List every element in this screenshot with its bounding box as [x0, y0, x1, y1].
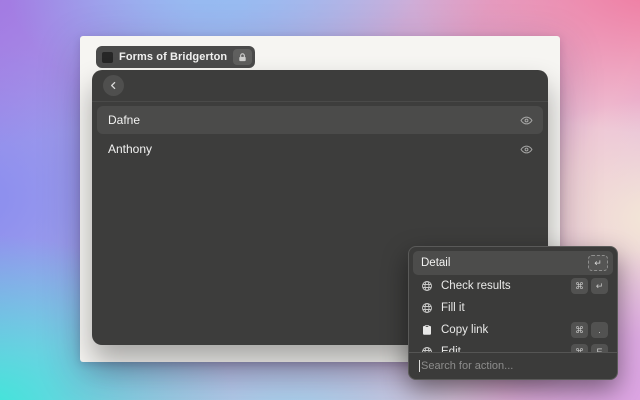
action-label: Check results	[441, 280, 563, 292]
eye-icon[interactable]	[520, 143, 533, 156]
list-item-label: Dafne	[108, 113, 140, 127]
clipboard-icon	[421, 324, 433, 336]
action-label: Copy link	[441, 324, 563, 336]
globe-icon	[421, 280, 433, 292]
form-tab[interactable]: Forms of Bridgerton	[96, 46, 255, 68]
action-list: Detail ↵ Check results ⌘ ↵	[409, 247, 617, 352]
panel-header	[92, 70, 548, 102]
text-caret	[419, 360, 420, 372]
action-item-check-results[interactable]: Check results ⌘ ↵	[413, 275, 613, 297]
cmd-key: ⌘	[571, 344, 588, 352]
cmd-key: ⌘	[571, 278, 588, 294]
list-item-dafne[interactable]: Dafne	[97, 106, 543, 134]
action-item-edit[interactable]: Edit ⌘ E	[413, 341, 613, 352]
chevron-left-icon	[108, 80, 119, 91]
period-key: .	[591, 322, 608, 338]
action-search-input[interactable]: Search for action...	[409, 352, 617, 379]
back-button[interactable]	[103, 75, 124, 96]
e-key: E	[591, 344, 608, 352]
action-label: Detail	[421, 257, 580, 269]
form-favicon	[102, 52, 113, 63]
list-item-anthony[interactable]: Anthony	[97, 135, 543, 163]
eye-icon[interactable]	[520, 114, 533, 127]
form-tab-title: Forms of Bridgerton	[119, 51, 227, 63]
action-item-fill-it[interactable]: Fill it	[413, 297, 613, 319]
action-item-copy-link[interactable]: Copy link ⌘ .	[413, 319, 613, 341]
app-window: Forms of Bridgerton Dafne	[80, 36, 560, 362]
respondent-list: Dafne Anthony	[92, 102, 548, 167]
cmd-key: ⌘	[571, 322, 588, 338]
action-palette: Detail ↵ Check results ⌘ ↵	[408, 246, 618, 380]
return-key-icon: ↵	[588, 255, 608, 271]
globe-icon	[421, 302, 433, 314]
search-placeholder: Search for action...	[421, 360, 513, 372]
list-item-label: Anthony	[108, 142, 152, 156]
action-item-detail[interactable]: Detail ↵	[413, 251, 613, 275]
action-label: Fill it	[441, 302, 608, 314]
lock-icon[interactable]	[233, 49, 252, 65]
return-key: ↵	[591, 278, 608, 294]
